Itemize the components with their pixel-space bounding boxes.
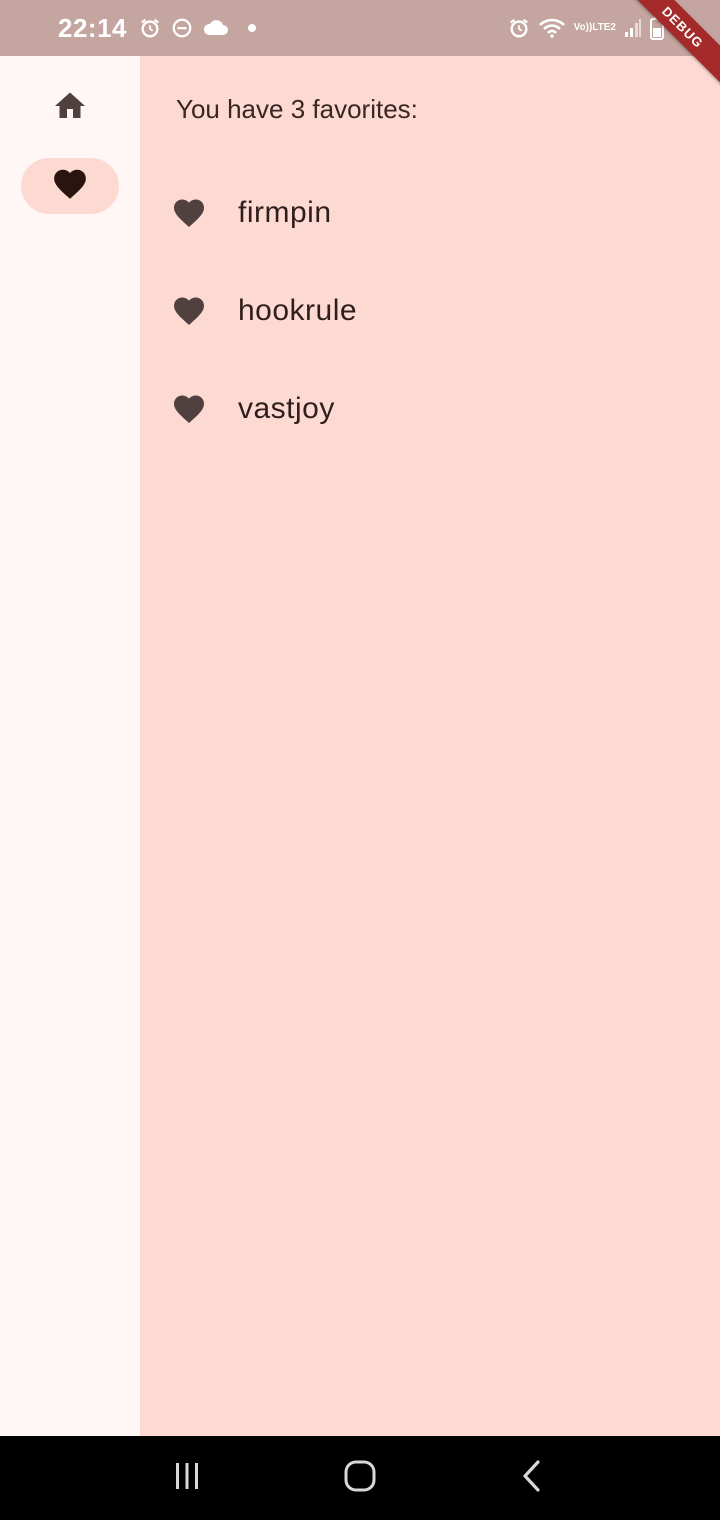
lte-label: LTE2 (592, 22, 616, 33)
dot-icon (247, 23, 257, 33)
signal-icon (624, 18, 642, 38)
list-item[interactable]: hookrule (140, 262, 720, 360)
status-time: 22:14 (58, 12, 127, 43)
back-icon (518, 1459, 548, 1498)
wifi-icon (538, 17, 566, 39)
favorite-icon (51, 165, 89, 208)
favorites-list: firmpin hookrule vastjoy (140, 164, 720, 458)
navigation-rail (0, 56, 140, 1436)
heart-icon (171, 391, 207, 427)
recent-apps-icon (171, 1460, 203, 1497)
status-right: Vo)) LTE2 (508, 16, 664, 40)
favorites-count-text: You have 3 favorites: (176, 94, 418, 124)
nav-rail-home[interactable] (21, 80, 119, 136)
status-bar: 22:14 Vo)) LTE2 (0, 0, 720, 56)
system-navigation-bar (0, 1436, 720, 1520)
screen: 22:14 Vo)) LTE2 DEBUG You have 3 favorit… (0, 0, 720, 1520)
alarm-icon (139, 17, 161, 39)
favorite-name: hookrule (238, 294, 358, 327)
list-item[interactable]: firmpin (140, 164, 720, 262)
favorite-name: vastjoy (238, 392, 335, 425)
volte-icon: Vo)) LTE2 (574, 23, 616, 33)
status-left: 22:14 (58, 13, 257, 44)
heart-icon (171, 195, 207, 231)
recent-apps-button[interactable] (157, 1448, 217, 1508)
home-icon (52, 88, 88, 129)
alarm-icon (508, 17, 530, 39)
nav-rail-favorites[interactable] (21, 158, 119, 214)
list-item[interactable]: vastjoy (140, 360, 720, 458)
favorites-page: You have 3 favorites: firmpin hookrule v… (140, 56, 720, 1436)
do-not-disturb-icon (171, 17, 193, 39)
back-button[interactable] (503, 1448, 563, 1508)
volte-label: Vo)) (573, 22, 593, 33)
home-circle-icon (343, 1459, 377, 1498)
heart-icon (171, 293, 207, 329)
system-home-button[interactable] (330, 1448, 390, 1508)
cloud-icon (203, 18, 229, 38)
favorite-name: firmpin (238, 196, 332, 229)
